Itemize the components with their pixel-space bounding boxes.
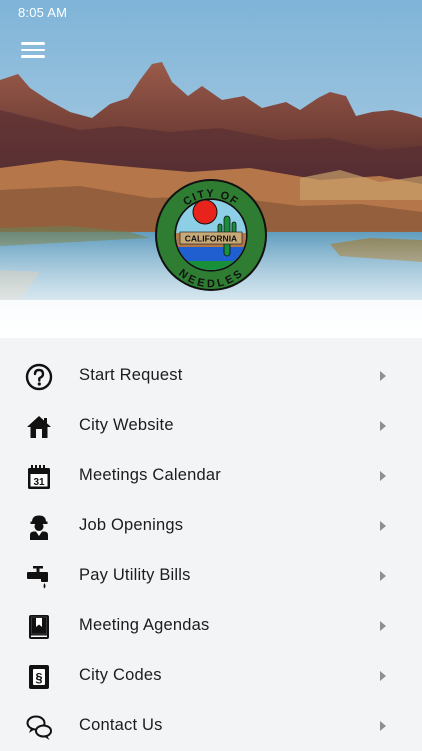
status-time: 8:05 AM — [18, 5, 68, 20]
calendar-icon: 31 — [25, 463, 53, 491]
menu-item-job-openings[interactable]: Job Openings — [0, 501, 422, 551]
menu-item-label: City Codes — [79, 666, 162, 684]
menu-item-label: Contact Us — [79, 716, 163, 734]
question-circle-icon — [25, 363, 53, 391]
chevron-right-icon — [380, 471, 386, 481]
menu-item-city-website[interactable]: City Website — [0, 401, 422, 451]
menu-item-label: Meetings Calendar — [79, 466, 221, 484]
chevron-right-icon — [380, 571, 386, 581]
faucet-icon — [25, 563, 53, 591]
chevron-right-icon — [380, 371, 386, 381]
city-seal-logo: CALIFORNIA CITY OF NEEDLES — [155, 179, 267, 291]
calendar-day: 31 — [33, 477, 45, 488]
menu-item-meetings-calendar[interactable]: 31 Meetings Calendar — [0, 451, 422, 501]
worker-icon — [25, 513, 53, 541]
menu-item-label: Meeting Agendas — [79, 616, 210, 634]
menu-item-label: Job Openings — [79, 516, 184, 534]
main-menu-list: Start Request City Website 31 Meetings C… — [0, 338, 422, 750]
book-icon — [25, 613, 53, 641]
menu-item-contact-us[interactable]: Contact Us — [0, 701, 422, 751]
seal-middle-text: CALIFORNIA — [185, 234, 237, 244]
chevron-right-icon — [380, 421, 386, 431]
menu-item-city-codes[interactable]: § City Codes — [0, 651, 422, 701]
hamburger-menu-icon[interactable] — [18, 38, 48, 64]
hero-banner: 8:05 AM CALIFORNIA CITY OF NEEDLES — [0, 0, 422, 338]
svg-text:§: § — [35, 670, 42, 685]
chat-bubbles-icon — [25, 713, 53, 741]
chevron-right-icon — [380, 671, 386, 681]
legal-code-icon: § — [25, 663, 53, 691]
menu-item-label: Start Request — [79, 366, 183, 384]
chevron-right-icon — [380, 721, 386, 731]
chevron-right-icon — [380, 521, 386, 531]
menu-item-meeting-agendas[interactable]: Meeting Agendas — [0, 601, 422, 651]
menu-item-label: Pay Utility Bills — [79, 566, 191, 584]
menu-item-label: City Website — [79, 416, 174, 434]
menu-item-start-request[interactable]: Start Request — [0, 351, 422, 401]
home-icon — [25, 413, 53, 441]
menu-item-pay-utility-bills[interactable]: Pay Utility Bills — [0, 551, 422, 601]
chevron-right-icon — [380, 621, 386, 631]
